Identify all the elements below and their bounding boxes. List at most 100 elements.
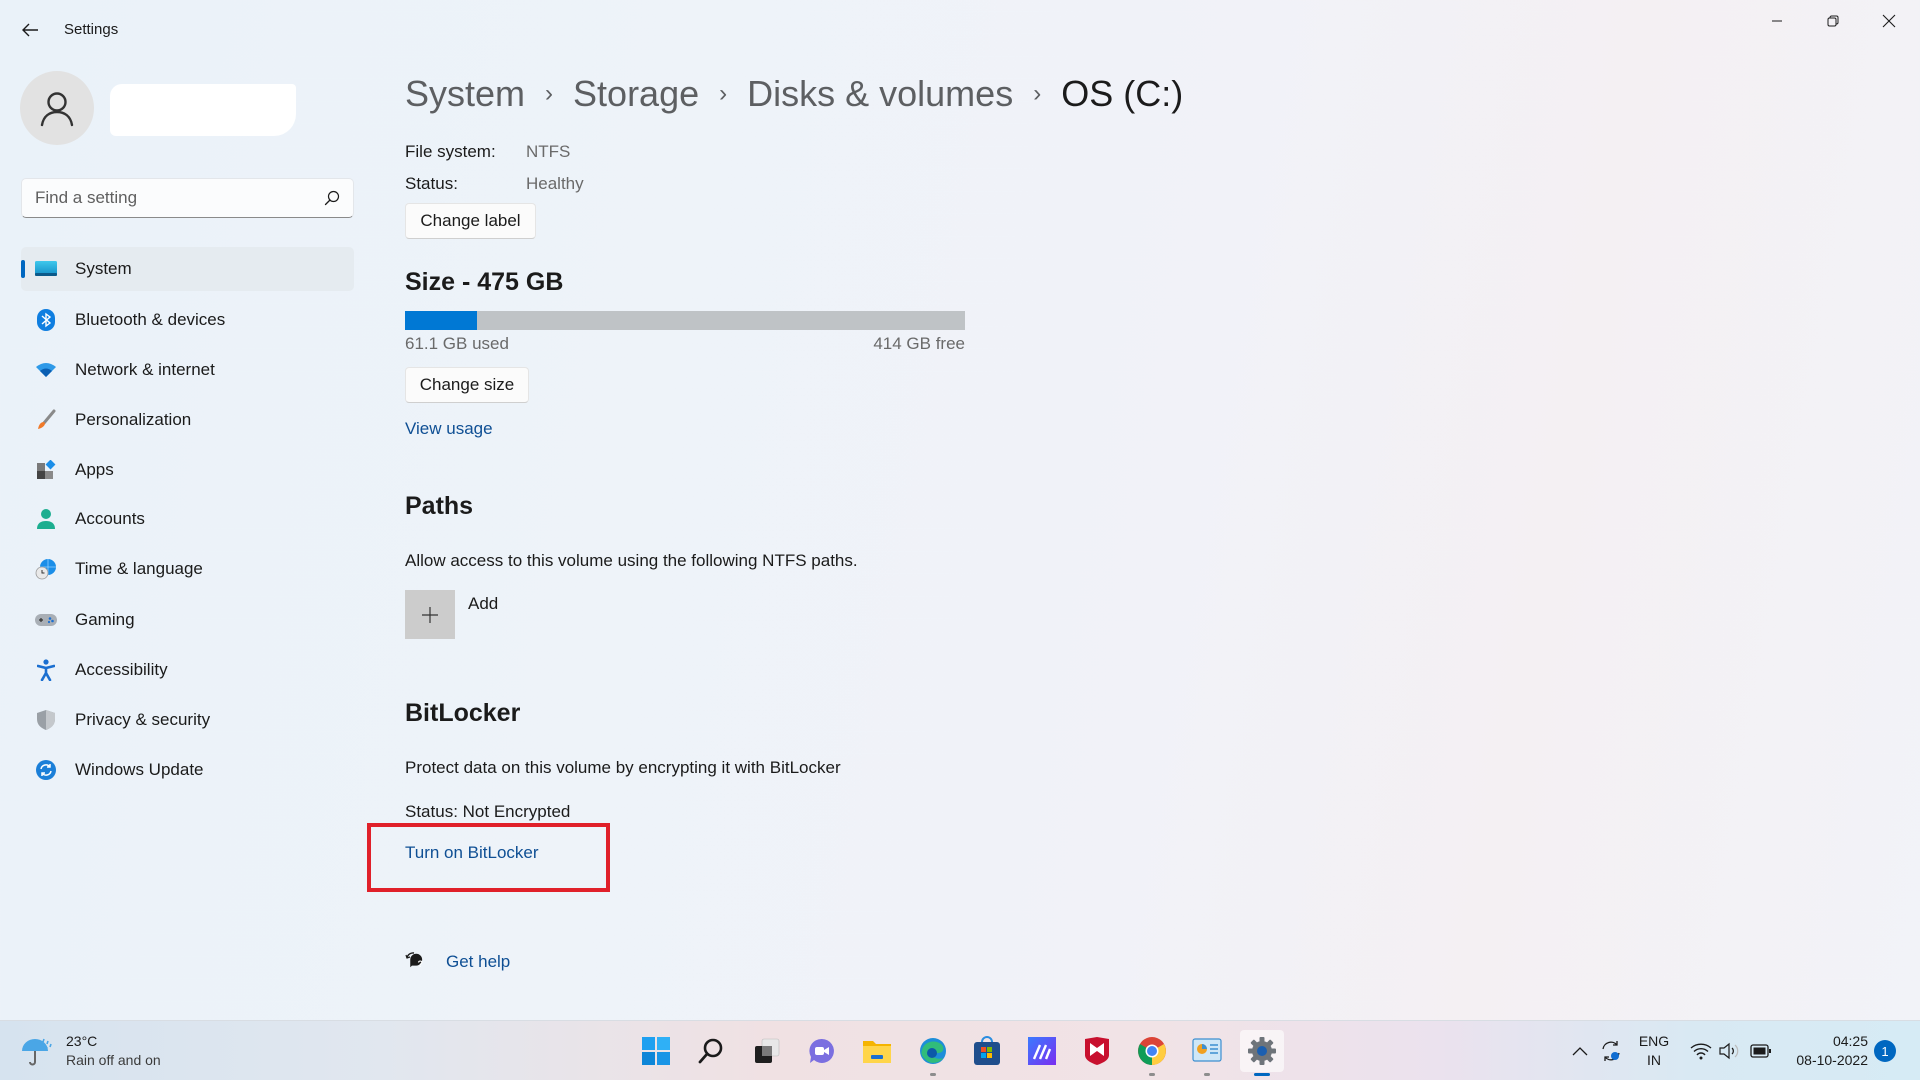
running-indicator — [1149, 1073, 1155, 1076]
bitlocker-status: Status: Not Encrypted — [405, 802, 571, 821]
turn-on-bitlocker-link[interactable]: Turn on BitLocker — [405, 843, 539, 863]
sidebar-item-accessibility[interactable]: Accessibility — [21, 648, 354, 692]
sidebar-item-label: Accounts — [75, 509, 145, 528]
sidebar-item-label: System — [75, 259, 132, 278]
update-icon — [34, 758, 58, 782]
breadcrumb-disks-volumes[interactable]: Disks & volumes — [747, 73, 1013, 115]
breadcrumb-storage[interactable]: Storage — [573, 73, 699, 115]
add-path-label[interactable]: Add — [468, 594, 498, 614]
sidebar-item-bluetooth[interactable]: Bluetooth & devices — [21, 298, 354, 342]
taskbar-edge[interactable] — [911, 1030, 955, 1076]
close-icon — [1882, 14, 1896, 28]
app-title: Settings — [64, 21, 119, 38]
taskbar: 23°C Rain off and on ENG IN 04:25 08-10-… — [0, 1020, 1920, 1080]
view-usage-link[interactable]: View usage — [405, 419, 493, 439]
sidebar-item-label: Time & language — [75, 559, 203, 578]
input-language-button[interactable]: ENG IN — [1633, 1021, 1675, 1080]
taskbar-file-explorer[interactable] — [855, 1030, 899, 1072]
bitlocker-description: Protect data on this volume by encryptin… — [405, 758, 841, 777]
taskbar-search[interactable] — [689, 1030, 733, 1072]
taskbar-start[interactable] — [634, 1030, 678, 1072]
close-button[interactable] — [1866, 8, 1912, 34]
maximize-button[interactable] — [1810, 8, 1856, 34]
taskbar-control-panel[interactable] — [1185, 1030, 1229, 1076]
weather-condition: Rain off and on — [66, 1052, 161, 1068]
bluetooth-icon — [34, 308, 58, 332]
change-label-button[interactable]: Change label — [405, 203, 536, 239]
sidebar-item-accounts[interactable]: Accounts — [21, 497, 354, 541]
control-panel-icon — [1192, 1038, 1222, 1062]
edge-browser-icon — [920, 1038, 946, 1064]
running-indicator — [930, 1073, 936, 1076]
breadcrumb-separator-icon: › — [719, 80, 728, 107]
sidebar-item-gaming[interactable]: Gaming — [21, 598, 354, 642]
sidebar-item-label: Gaming — [75, 610, 135, 629]
sync-icon — [1602, 1041, 1620, 1061]
tray-network-button[interactable] — [1688, 1021, 1714, 1080]
task-view-icon — [755, 1038, 780, 1063]
paths-description: Allow access to this volume using the fo… — [405, 551, 858, 570]
breadcrumb-system[interactable]: System — [405, 73, 525, 115]
search-icon — [698, 1038, 723, 1064]
apps-icon — [34, 458, 58, 482]
back-button[interactable] — [18, 18, 42, 42]
chevron-up-icon — [1572, 1047, 1588, 1056]
sidebar-item-windows-update[interactable]: Windows Update — [21, 748, 354, 792]
tray-sync-button[interactable] — [1597, 1021, 1625, 1080]
file-system-label: File system: — [405, 142, 496, 161]
notification-count-badge: 1 — [1874, 1040, 1896, 1062]
sidebar-item-label: Bluetooth & devices — [75, 310, 226, 329]
status-value: Healthy — [526, 174, 584, 193]
taskbar-mcafee[interactable] — [1075, 1030, 1119, 1072]
rain-umbrella-icon — [22, 1038, 52, 1066]
add-path-button[interactable] — [405, 590, 455, 639]
system-monitor-icon — [34, 257, 58, 281]
taskbar-task-view[interactable] — [745, 1030, 789, 1072]
sidebar-item-network[interactable]: Network & internet — [21, 348, 354, 392]
get-help-link[interactable]: Get help — [446, 952, 510, 972]
sidebar-item-label: Privacy & security — [75, 710, 211, 729]
clock-button[interactable]: 04:25 08-10-2022 — [1780, 1021, 1868, 1080]
globe-clock-icon — [34, 557, 58, 581]
plus-icon — [422, 606, 438, 623]
wifi-icon — [34, 358, 58, 382]
sidebar-item-apps[interactable]: Apps — [21, 448, 354, 492]
tray-volume-button[interactable] — [1716, 1021, 1742, 1080]
taskbar-chat[interactable] — [800, 1030, 844, 1072]
tray-battery-button[interactable] — [1748, 1021, 1774, 1080]
file-system-value: NTFS — [526, 142, 571, 161]
taskbar-settings[interactable] — [1240, 1030, 1284, 1076]
region-code: IN — [1647, 1052, 1661, 1068]
change-size-button[interactable]: Change size — [405, 367, 529, 403]
sidebar-item-time-language[interactable]: Time & language — [21, 547, 354, 591]
running-indicator — [1204, 1073, 1210, 1076]
wifi-icon — [1690, 1043, 1712, 1060]
search-box[interactable] — [21, 178, 354, 218]
shield-icon — [34, 708, 58, 732]
battery-icon — [1750, 1044, 1771, 1058]
store-icon — [974, 1036, 1000, 1065]
person-icon — [40, 92, 74, 127]
ai-app-icon — [1028, 1037, 1056, 1065]
clock-time: 04:25 — [1832, 1033, 1868, 1049]
taskbar-chrome[interactable] — [1130, 1030, 1174, 1076]
bitlocker-heading: BitLocker — [405, 699, 521, 727]
taskbar-ai-app[interactable] — [1020, 1030, 1064, 1072]
taskbar-store[interactable] — [965, 1030, 1009, 1072]
tray-overflow-button[interactable] — [1568, 1021, 1592, 1080]
search-input[interactable] — [35, 188, 323, 208]
selection-indicator — [21, 260, 25, 278]
sidebar-item-privacy-security[interactable]: Privacy & security — [21, 698, 354, 742]
search-icon[interactable] — [323, 189, 341, 207]
page-title: OS (C:) — [1061, 73, 1184, 114]
sidebar-item-personalization[interactable]: Personalization — [21, 398, 354, 442]
weather-widget[interactable]: 23°C Rain off and on — [20, 1027, 161, 1075]
avatar[interactable] — [20, 71, 94, 145]
sidebar-item-system[interactable]: System — [21, 247, 354, 291]
windows-start-icon — [642, 1037, 670, 1065]
sidebar-item-label: Accessibility — [75, 660, 168, 679]
notification-center-button[interactable]: 1 — [1873, 1021, 1897, 1080]
sidebar-item-label: Apps — [75, 460, 114, 479]
minimize-button[interactable] — [1754, 8, 1800, 34]
back-arrow-icon — [22, 23, 38, 37]
